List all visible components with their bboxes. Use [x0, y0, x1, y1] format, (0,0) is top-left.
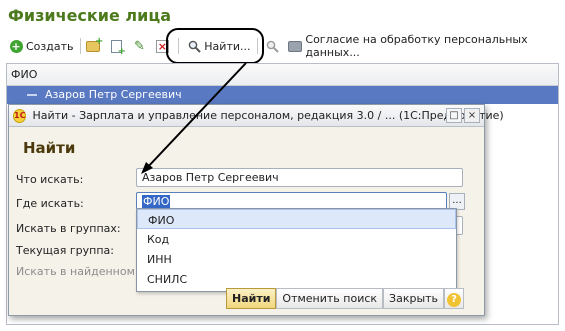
where-label: Где искать:	[16, 197, 84, 210]
close-button[interactable]: Закрыть	[383, 288, 445, 309]
where-dropdown: ФИО Код ИНН СНИЛС	[136, 208, 457, 292]
logo-1c-icon: 1С	[13, 108, 27, 123]
what-field[interactable]: Азаров Петр Сергеевич	[136, 168, 463, 187]
create-button[interactable]: + Создать	[6, 36, 77, 56]
maximize-icon[interactable]: □	[446, 108, 462, 123]
page-title: Физические лица	[8, 6, 171, 25]
toolbar: + Создать ✎ × Найти... Согласие на обраб…	[6, 33, 558, 59]
toolbar-separator	[79, 38, 81, 54]
highlight-annotation	[166, 28, 264, 64]
dropdown-option-snils[interactable]: СНИЛС	[137, 269, 456, 289]
close-icon[interactable]: ×	[464, 108, 480, 123]
what-label: Что искать:	[16, 173, 84, 186]
dropdown-option-code[interactable]: Код	[137, 229, 456, 249]
edit-icon: ✎	[133, 38, 145, 54]
dialog-buttons: Найти Отменить поиск Закрыть ?	[226, 288, 465, 310]
dialog-titlebar[interactable]: 1С Найти - Зарплата и управление персона…	[9, 105, 504, 127]
consent-button-label: Согласие на обработку персональных данны…	[305, 33, 528, 59]
consent-button[interactable]: Согласие на обработку персональных данны…	[285, 33, 558, 59]
dialog-title: Найти - Зарплата и управление персоналом…	[32, 109, 504, 122]
copy-icon	[109, 39, 126, 57]
dialog-heading: Найти	[23, 139, 76, 157]
cancel-find-button[interactable]	[262, 36, 285, 56]
dropdown-option-inn[interactable]: ИНН	[137, 249, 456, 269]
window-controls: □ ×	[444, 108, 480, 123]
create-button-label: Создать	[26, 39, 74, 53]
help-icon: ?	[447, 293, 462, 307]
find-submit-button[interactable]: Найти	[226, 288, 277, 309]
cancel-search-button[interactable]: Отменить поиск	[276, 288, 384, 309]
search-icon	[265, 39, 279, 53]
copy-button[interactable]	[106, 36, 129, 57]
current-group-label: Текущая группа:	[16, 244, 114, 257]
where-field-value: ФИО	[142, 195, 171, 208]
print-icon	[288, 39, 303, 53]
dropdown-option-fio[interactable]: ФИО	[137, 209, 456, 229]
groups-label: Искать в группах:	[16, 222, 121, 235]
table-cell-fio: Азаров Петр Сергеевич	[45, 88, 182, 101]
table-row[interactable]: Азаров Петр Сергеевич	[7, 86, 558, 104]
search-found-label: Искать в найденном:	[16, 265, 139, 278]
help-button[interactable]: ?	[444, 288, 465, 309]
column-header-fio[interactable]: ФИО	[7, 64, 558, 86]
add-folder-button[interactable]	[83, 36, 106, 56]
row-marker-icon	[27, 94, 37, 96]
add-folder-icon	[86, 36, 103, 53]
edit-button[interactable]: ✎	[129, 36, 152, 56]
create-icon: +	[9, 39, 23, 53]
